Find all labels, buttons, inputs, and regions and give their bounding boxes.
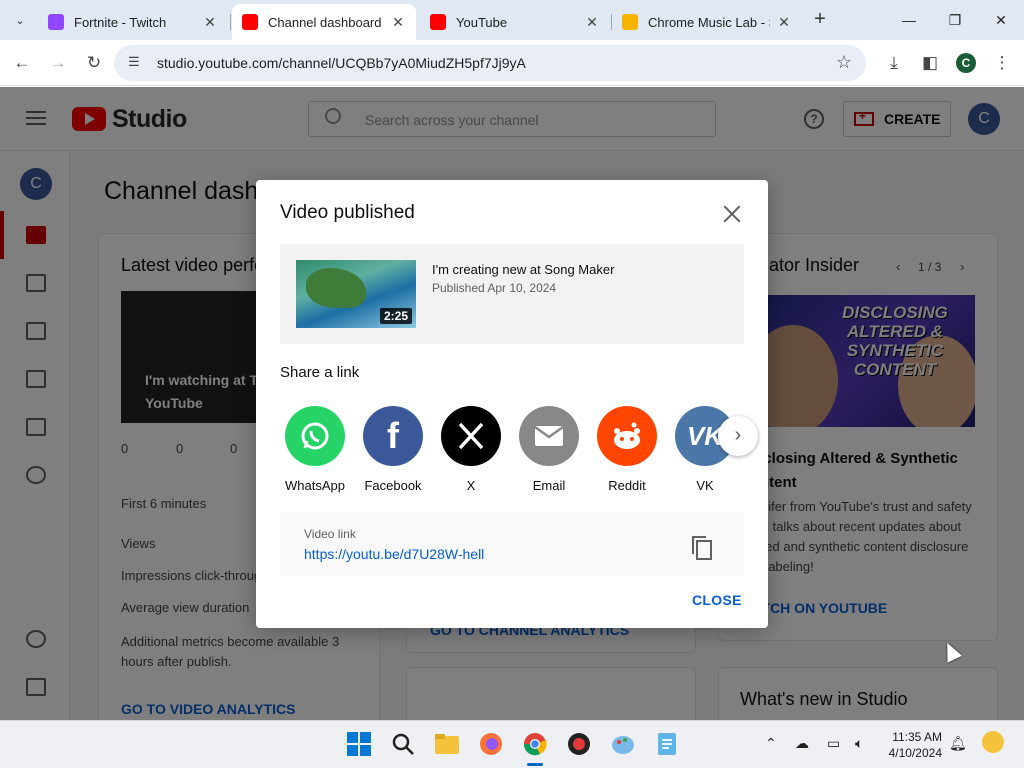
x-icon bbox=[441, 406, 501, 466]
firefox-icon[interactable] bbox=[478, 731, 504, 757]
dialog-title: Video published bbox=[280, 202, 415, 223]
browser-profile-avatar[interactable]: C bbox=[956, 53, 976, 73]
youtube-favicon-icon bbox=[242, 14, 258, 30]
share-email-button[interactable]: Email bbox=[514, 406, 584, 493]
share-label: X bbox=[466, 478, 476, 493]
restore-button[interactable]: ❐ bbox=[932, 6, 978, 34]
share-label: Reddit bbox=[608, 478, 646, 493]
weather-widget-icon[interactable] bbox=[982, 731, 1004, 753]
active-app-indicator bbox=[527, 763, 543, 766]
video-duration: 2:25 bbox=[379, 308, 412, 324]
share-whatsapp-button[interactable]: WhatsApp bbox=[280, 406, 350, 493]
cloud-sync-icon[interactable]: ☁ bbox=[795, 735, 809, 752]
close-tab-icon[interactable]: ✕ bbox=[776, 14, 792, 31]
published-video-summary: 2:25 I'm creating new at Song Maker Publ… bbox=[280, 244, 744, 344]
tab-chrome-music-lab[interactable]: Chrome Music Lab - Song Maker ✕ bbox=[612, 4, 802, 40]
taskbar-clock[interactable]: 11:35 AM 4/10/2024 bbox=[880, 729, 942, 761]
published-video-thumbnail[interactable]: 2:25 bbox=[296, 260, 416, 328]
youtube-favicon-icon bbox=[430, 14, 446, 30]
minimize-button[interactable]: — bbox=[886, 6, 932, 34]
chrome-icon[interactable] bbox=[522, 731, 548, 757]
windows-start-icon[interactable] bbox=[346, 731, 372, 757]
share-label: VK bbox=[696, 478, 714, 493]
windows-taskbar: ⌃ ☁ ▭ 🔈︎ 11:35 AM 4/10/2024 🔔︎ bbox=[0, 720, 1024, 768]
bookmark-star-icon[interactable]: ☆ bbox=[836, 52, 852, 73]
tab-twitch[interactable]: Fortnite - Twitch ✕ bbox=[38, 4, 228, 40]
twitch-favicon-icon bbox=[48, 14, 64, 30]
search-icon[interactable] bbox=[390, 731, 416, 757]
share-x-button[interactable]: X bbox=[436, 406, 506, 493]
tab-divider bbox=[230, 14, 231, 30]
close-tab-icon[interactable]: ✕ bbox=[584, 14, 600, 31]
volume-icon[interactable]: 🔈︎ bbox=[855, 735, 863, 752]
thumbnail-landscape bbox=[306, 268, 366, 308]
video-link-url[interactable]: https://youtu.be/d7U28W-hell bbox=[304, 546, 484, 562]
published-video-title: I'm creating new at Song Maker bbox=[432, 262, 615, 277]
share-label: WhatsApp bbox=[285, 478, 345, 493]
close-button[interactable]: CLOSE bbox=[692, 592, 742, 608]
new-tab-button[interactable]: + bbox=[808, 8, 832, 32]
tab-youtube[interactable]: YouTube ✕ bbox=[420, 4, 610, 40]
file-explorer-icon[interactable] bbox=[434, 731, 460, 757]
video-link-box: Video link https://youtu.be/d7U28W-hell bbox=[280, 512, 744, 576]
share-heading: Share a link bbox=[280, 364, 360, 381]
browser-menu-icon[interactable]: ⋮ bbox=[990, 51, 1014, 75]
download-icon[interactable]: ⤓ bbox=[882, 51, 906, 75]
address-bar[interactable]: ☰ studio.youtube.com/channel/UCQBb7yA0Mi… bbox=[114, 45, 866, 81]
address-url[interactable]: studio.youtube.com/channel/UCQBb7yA0Miud… bbox=[157, 55, 526, 71]
notepad-icon[interactable] bbox=[654, 731, 680, 757]
facebook-icon: f bbox=[363, 406, 423, 466]
side-panel-icon[interactable]: ◧ bbox=[918, 51, 942, 75]
share-reddit-button[interactable]: Reddit bbox=[592, 406, 662, 493]
share-label: Facebook bbox=[364, 478, 422, 493]
forward-icon[interactable]: → bbox=[46, 51, 70, 75]
reddit-icon bbox=[597, 406, 657, 466]
site-info-icon[interactable]: ☰ bbox=[128, 54, 140, 70]
published-date: Published Apr 10, 2024 bbox=[432, 281, 557, 295]
paint-icon[interactable] bbox=[610, 731, 636, 757]
video-link-label: Video link bbox=[304, 527, 356, 541]
screen-recorder-icon[interactable] bbox=[566, 731, 592, 757]
reload-icon[interactable]: ↻ bbox=[82, 51, 106, 75]
display-icon[interactable]: ▭ bbox=[827, 735, 840, 752]
share-scroll-next-button[interactable]: › bbox=[718, 416, 758, 456]
tab-search-button[interactable]: ⌄ bbox=[8, 8, 32, 32]
video-published-dialog: Video published 2:25 I'm creating new at… bbox=[256, 180, 768, 628]
browser-tab-strip: ⌄ Fortnite - Twitch ✕ Channel dashboard … bbox=[0, 0, 1024, 40]
tab-channel-dashboard[interactable]: Channel dashboard - YouTube Studio ✕ bbox=[232, 4, 416, 40]
browser-toolbar: ← → ↻ ☰ studio.youtube.com/channel/UCQBb… bbox=[0, 40, 1024, 86]
email-icon bbox=[519, 406, 579, 466]
dialog-close-icon[interactable] bbox=[720, 202, 744, 226]
clock-time: 11:35 AM bbox=[892, 730, 942, 744]
music-lab-favicon-icon bbox=[622, 14, 638, 30]
back-icon[interactable]: ← bbox=[10, 51, 34, 75]
show-hidden-icons-icon[interactable]: ⌃ bbox=[765, 735, 777, 752]
notification-bell-icon[interactable]: 🔔︎ bbox=[949, 735, 967, 752]
clock-date: 4/10/2024 bbox=[888, 746, 942, 760]
close-tab-icon[interactable]: ✕ bbox=[202, 14, 218, 31]
share-facebook-button[interactable]: f Facebook bbox=[358, 406, 428, 493]
share-label: Email bbox=[532, 478, 566, 493]
close-tab-icon[interactable]: ✕ bbox=[390, 14, 406, 31]
whatsapp-icon bbox=[285, 406, 345, 466]
window-close-button[interactable]: ✕ bbox=[978, 6, 1024, 34]
copy-icon[interactable] bbox=[692, 536, 712, 560]
